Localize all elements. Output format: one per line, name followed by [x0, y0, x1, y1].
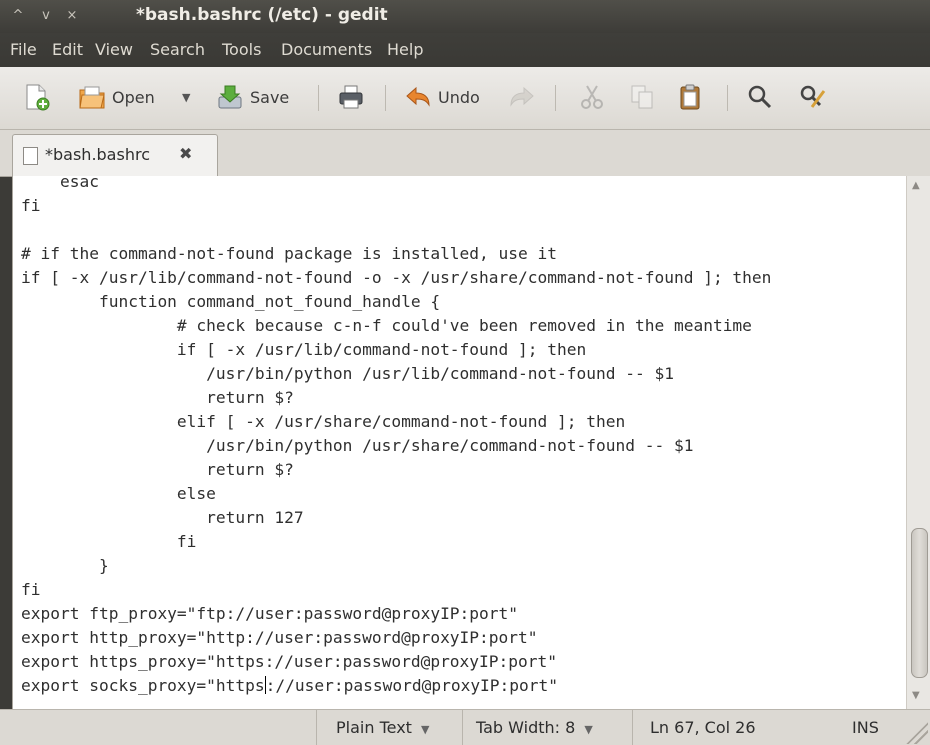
copy-button[interactable]: [628, 81, 662, 113]
clipboard-icon: [680, 84, 700, 110]
copy-icon: [631, 85, 653, 109]
undo-button[interactable]: Undo: [404, 81, 480, 113]
folder-open-icon: [79, 86, 105, 109]
language-label: Plain Text: [336, 718, 412, 737]
paste-button[interactable]: [676, 81, 710, 113]
menu-documents[interactable]: Documents: [281, 40, 372, 59]
scroll-down-arrow-icon[interactable]: ▼: [912, 690, 920, 701]
code-line: elif [ -x /usr/share/command-not-found ]…: [21, 412, 626, 431]
save-label: Save: [250, 87, 290, 107]
minimize-button[interactable]: ^: [8, 6, 28, 26]
printer-icon: [339, 85, 363, 109]
code-line: export http_proxy="http://user:password@…: [21, 628, 538, 647]
code-line: }: [21, 556, 109, 575]
search-icon: [748, 85, 772, 109]
toolbar-separator: [555, 85, 556, 111]
chevron-down-icon: ▼: [421, 723, 430, 736]
open-recent-dropdown[interactable]: ▼: [182, 81, 190, 113]
new-document-icon: [26, 84, 50, 111]
code-line: /usr/bin/python /usr/lib/command-not-fou…: [21, 364, 674, 383]
open-label: Open: [112, 87, 155, 107]
tab-width-label: Tab Width: 8: [476, 718, 576, 737]
menu-bar: File Edit View Search Tools Documents He…: [0, 33, 930, 67]
title-bar[interactable]: ^ v × *bash.bashrc (/etc) - gedit: [0, 0, 930, 33]
redo-arrow-icon: [510, 86, 534, 107]
tab-bash-bashrc[interactable]: *bash.bashrc ✖: [12, 134, 218, 177]
cursor-position: Ln 67, Col 26: [650, 718, 756, 737]
status-bar: Plain Text ▼ Tab Width: 8 ▼ Ln 67, Col 2…: [0, 709, 930, 745]
code-line: fi: [21, 532, 197, 551]
status-separator: [462, 710, 463, 745]
code-line: export https_proxy="https://user:passwor…: [21, 652, 558, 671]
gedit-window: ^ v × *bash.bashrc (/etc) - gedit File E…: [0, 0, 930, 745]
tab-bar: *bash.bashrc ✖: [0, 130, 930, 177]
window-title: *bash.bashrc (/etc) - gedit: [136, 5, 388, 25]
scissors-icon: [581, 85, 603, 109]
search-replace-icon: [800, 85, 826, 108]
save-button[interactable]: Save: [216, 81, 289, 113]
code-line: return $?: [21, 460, 294, 479]
vertical-scrollbar[interactable]: ▲ ▼: [906, 176, 930, 709]
code-line: fi: [21, 580, 41, 599]
status-separator: [632, 710, 633, 745]
menu-edit[interactable]: Edit: [52, 40, 83, 59]
menu-search[interactable]: Search: [150, 40, 205, 59]
document-icon: [23, 147, 38, 165]
resize-grip-icon[interactable]: [906, 722, 928, 744]
code-line: if [ -x /usr/lib/command-not-found -o -x…: [21, 268, 772, 287]
save-icon: [218, 85, 242, 109]
undo-label: Undo: [438, 87, 480, 107]
code-line: else: [21, 484, 216, 503]
code-line: if [ -x /usr/lib/command-not-found ]; th…: [21, 340, 587, 359]
code-line: return 127: [21, 508, 304, 527]
close-window-button[interactable]: ×: [62, 6, 82, 26]
language-selector[interactable]: Plain Text ▼: [336, 718, 430, 737]
scroll-up-arrow-icon[interactable]: ▲: [912, 180, 920, 191]
code-line: function command_not_found_handle {: [21, 292, 441, 311]
code-line-current: export socks_proxy="https://user:passwor…: [21, 674, 771, 698]
maximize-button[interactable]: v: [36, 6, 56, 26]
scrollbar-thumb[interactable]: [911, 528, 928, 678]
code-line: /usr/bin/python /usr/share/command-not-f…: [21, 436, 694, 455]
code-line: fi: [21, 196, 41, 215]
tab-width-selector[interactable]: Tab Width: 8 ▼: [476, 718, 593, 737]
menu-file[interactable]: File: [10, 40, 37, 59]
redo-button[interactable]: [508, 81, 542, 113]
code-line: # check because c-n-f could've been remo…: [21, 316, 752, 335]
open-button[interactable]: Open: [78, 81, 155, 113]
chevron-down-icon: ▼: [584, 723, 593, 736]
code-line: return $?: [21, 388, 294, 407]
insert-mode: INS: [852, 718, 879, 737]
undo-arrow-icon: [406, 86, 430, 107]
toolbar-separator: [318, 85, 319, 111]
code-content: esac fi # if the command-not-found package…: [21, 176, 771, 698]
menu-view[interactable]: View: [95, 40, 133, 59]
code-line: # if the command-not-found package is in…: [21, 244, 558, 263]
toolbar: Open ▼ Save Undo: [0, 67, 930, 130]
menu-tools[interactable]: Tools: [222, 40, 261, 59]
code-line: esac: [21, 176, 99, 191]
menu-help[interactable]: Help: [387, 40, 423, 59]
find-replace-button[interactable]: [798, 81, 832, 113]
new-button[interactable]: [22, 81, 56, 113]
tab-label: *bash.bashrc: [45, 145, 150, 164]
status-separator: [316, 710, 317, 745]
print-button[interactable]: [337, 81, 371, 113]
find-button[interactable]: [746, 81, 780, 113]
text-editor[interactable]: esac fi # if the command-not-found package…: [12, 176, 907, 709]
toolbar-separator: [727, 85, 728, 111]
close-tab-icon[interactable]: ✖: [179, 144, 192, 163]
code-after-cursor: ://user:password@proxyIP:port": [265, 676, 559, 695]
toolbar-separator: [385, 85, 386, 111]
cut-button[interactable]: [578, 81, 612, 113]
code-before-cursor: export socks_proxy="https: [21, 676, 265, 695]
code-line: export ftp_proxy="ftp://user:password@pr…: [21, 604, 519, 623]
chevron-down-icon: ▼: [182, 90, 191, 104]
